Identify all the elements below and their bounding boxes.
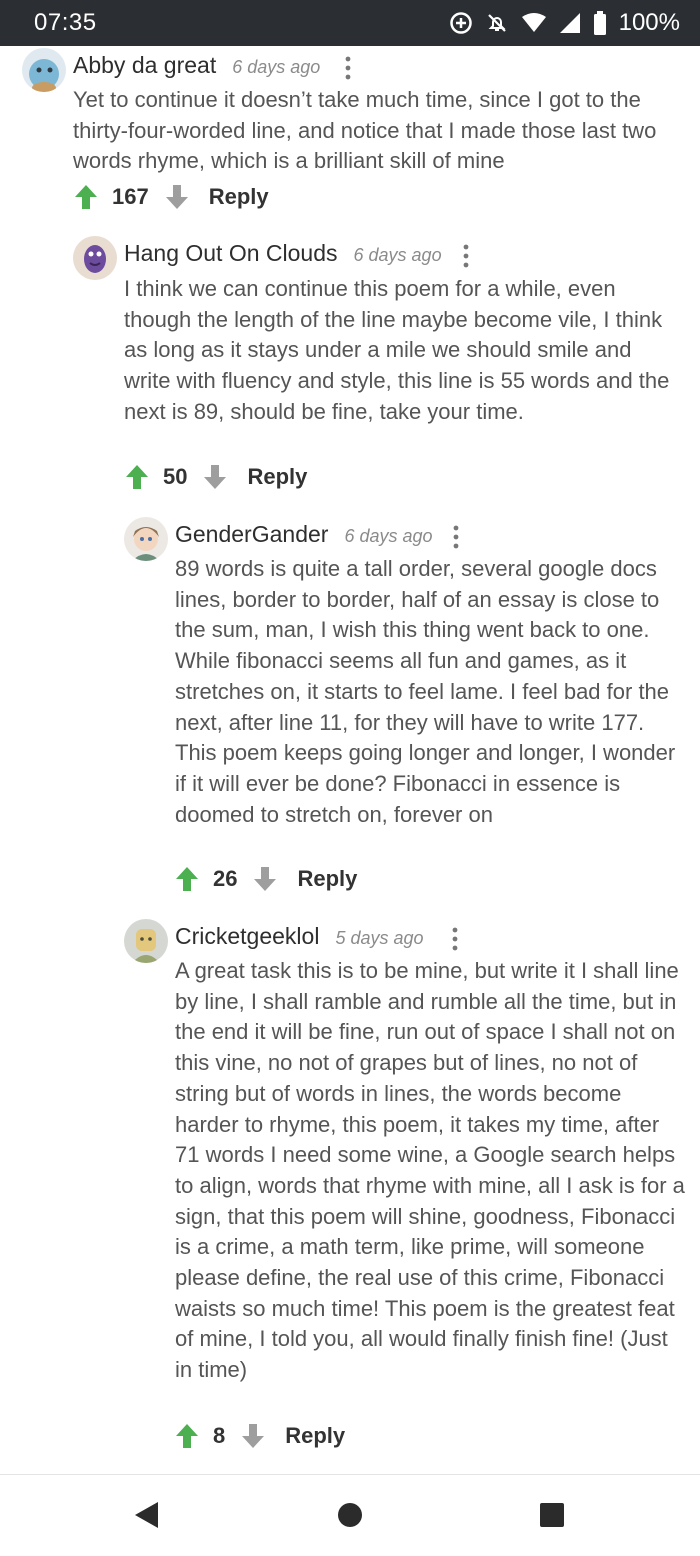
comment-actions: 8 Reply	[175, 1421, 345, 1451]
arrow-down-icon[interactable]	[253, 866, 277, 892]
status-time: 07:35	[34, 9, 97, 36]
avatar[interactable]	[124, 517, 168, 561]
comment-actions: 26 Reply	[175, 864, 357, 894]
wifi-icon	[521, 13, 546, 32]
arrow-up-icon[interactable]	[175, 866, 199, 892]
battery-percentage: 100%	[618, 9, 680, 36]
arrow-up-icon[interactable]	[74, 184, 98, 210]
more-vertical-icon[interactable]	[461, 243, 471, 269]
avatar[interactable]	[73, 236, 117, 280]
comment-time: 6 days ago	[232, 57, 321, 77]
comment-time: 6 days ago	[353, 245, 442, 265]
notifications-off-icon	[487, 14, 506, 32]
arrow-down-icon[interactable]	[165, 184, 189, 210]
avatar[interactable]	[22, 48, 66, 92]
home-circle-icon[interactable]	[334, 1499, 366, 1531]
comment-body: A great task this is to be mine, but wri…	[175, 958, 685, 1383]
navigation-bar	[0, 1475, 700, 1556]
comment-body: I think we can continue this poem for a …	[124, 276, 670, 424]
signal-icon	[559, 13, 580, 33]
more-vertical-icon[interactable]	[450, 926, 460, 952]
vote-count: 8	[213, 1423, 226, 1448]
comment-author[interactable]: GenderGander	[175, 521, 328, 548]
reply-button[interactable]: Reply	[285, 1423, 345, 1449]
reply-button[interactable]: Reply	[247, 464, 307, 490]
comment-time: 5 days ago	[335, 928, 424, 948]
comment-header: Hang Out On Clouds 6 days ago	[124, 240, 442, 267]
vote-count: 167	[112, 184, 149, 209]
comment-actions: 167 Reply	[74, 182, 269, 212]
arrow-up-icon[interactable]	[125, 464, 149, 490]
arrow-down-icon[interactable]	[203, 464, 227, 490]
comment-body: 89 words is quite a tall order, several …	[175, 556, 676, 827]
more-vertical-icon[interactable]	[343, 55, 353, 81]
reply-button[interactable]: Reply	[209, 184, 269, 210]
vote-count: 26	[213, 866, 238, 891]
more-vertical-icon[interactable]	[451, 524, 461, 550]
comment-header: GenderGander 6 days ago	[175, 521, 433, 548]
recents-square-icon[interactable]	[536, 1499, 568, 1531]
reply-button[interactable]: Reply	[297, 866, 357, 892]
add-circle-icon	[449, 12, 472, 34]
back-triangle-icon[interactable]	[131, 1499, 163, 1531]
battery-icon	[593, 11, 606, 35]
comment-header: Abby da great 6 days ago	[73, 52, 320, 79]
status-bar: 07:35 100%	[0, 0, 700, 46]
comment-header: Cricketgeeklol 5 days ago	[175, 923, 424, 950]
arrow-down-icon[interactable]	[241, 1423, 265, 1449]
status-icons: 100%	[449, 9, 680, 37]
comment-actions: 50 Reply	[125, 462, 307, 492]
comment-time: 6 days ago	[344, 526, 433, 546]
comment-author[interactable]: Cricketgeeklol	[175, 923, 319, 950]
comment-author[interactable]: Abby da great	[73, 52, 216, 79]
arrow-up-icon[interactable]	[175, 1423, 199, 1449]
vote-count: 50	[163, 464, 188, 489]
avatar[interactable]	[124, 919, 168, 963]
comment-body: Yet to continue it doesn’t take much tim…	[73, 87, 657, 174]
comment-author[interactable]: Hang Out On Clouds	[124, 240, 338, 267]
